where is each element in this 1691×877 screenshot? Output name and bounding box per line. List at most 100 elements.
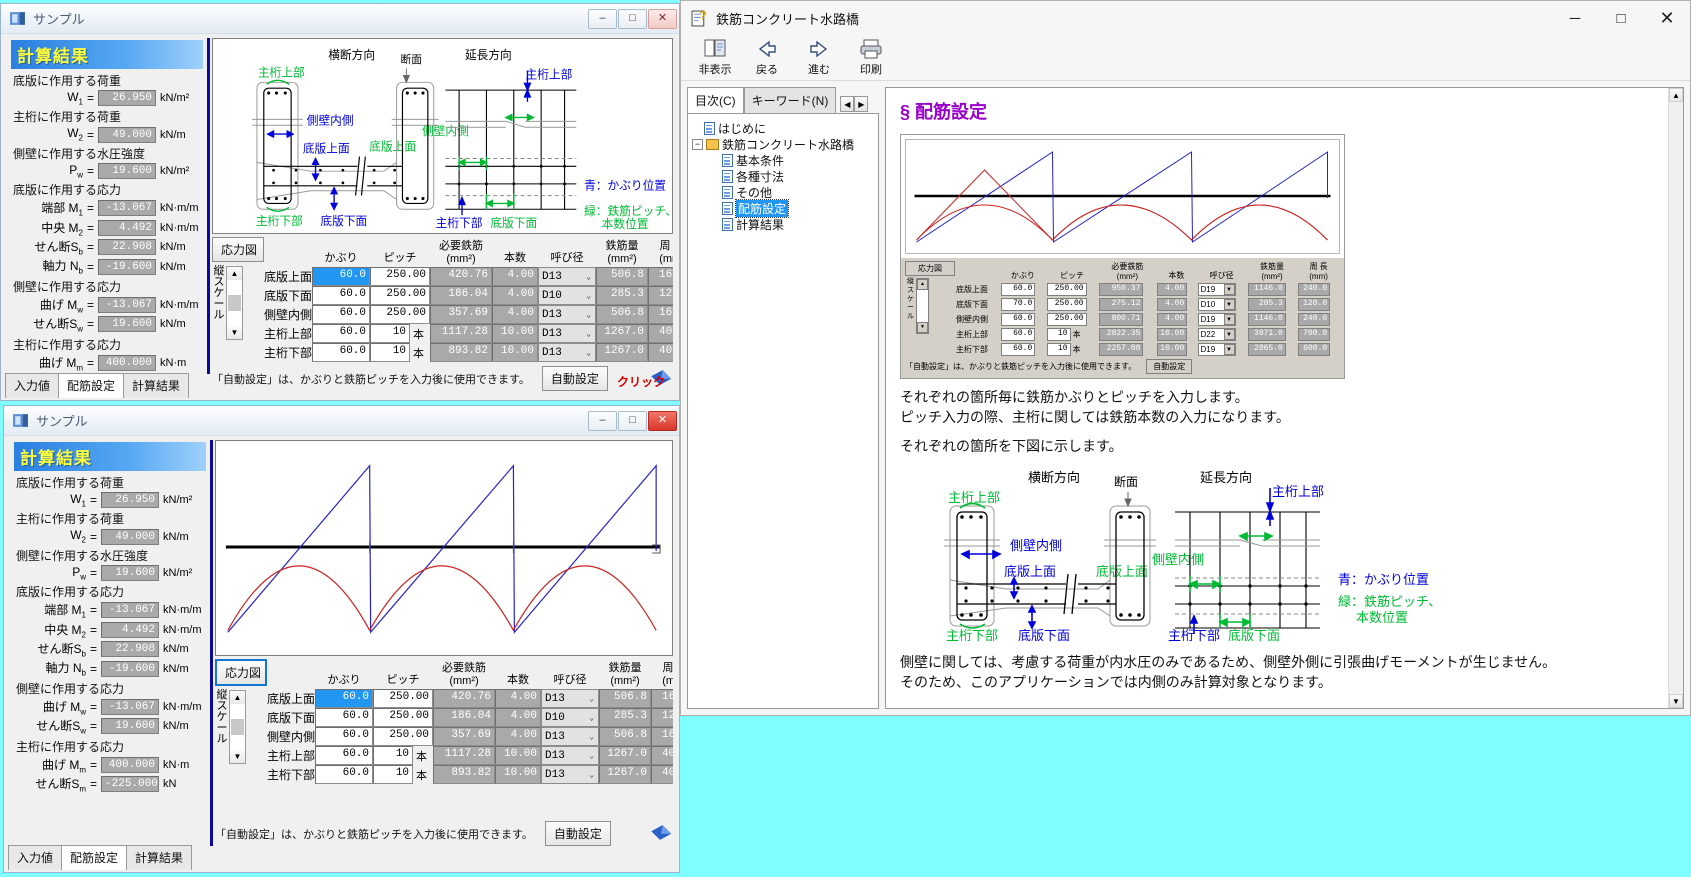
toolbar-button-1[interactable]: 戻る: [741, 37, 793, 77]
help-titlebar[interactable]: ? 鉄筋コンクリート水路橋 ─ □ ✕: [681, 1, 1690, 35]
close-button[interactable]: ✕: [648, 410, 677, 431]
table-row[interactable]: 主桁下部60.010本 893.8210.00D13⌄1267.0400.0: [267, 765, 673, 784]
nav-arrows[interactable]: ◀ ▶: [840, 96, 869, 112]
close-button[interactable]: ✕: [648, 8, 677, 29]
pitch-input[interactable]: 250.00: [373, 689, 434, 708]
toolbar-button-0[interactable]: 非表示: [689, 37, 741, 77]
scrollbar-thumb[interactable]: [228, 295, 241, 311]
kaburi-input[interactable]: 60.0: [312, 324, 371, 343]
tree-node-1[interactable]: − 鉄筋コンクリート水路橋: [692, 136, 874, 152]
table-row[interactable]: 側壁内側60.0250.00357.694.00D13⌄506.8160.0: [267, 727, 673, 746]
kaburi-input[interactable]: 60.0: [315, 746, 374, 765]
diameter-select[interactable]: D13 ⌄: [541, 727, 600, 746]
scale-scrollbar[interactable]: ▲ ▼: [226, 266, 243, 340]
maximize-button[interactable]: □: [618, 8, 647, 29]
vertical-scale-control[interactable]: 縦スケール ▲ ▼: [212, 266, 264, 340]
nav-right-icon[interactable]: ▶: [854, 96, 869, 112]
nav-left-icon[interactable]: ◀: [840, 96, 855, 112]
app-window-top[interactable]: サンプル – □ ✕ 計算結果 底版に作用する荷重 W1 = 26.950 kN/m² 主…: [0, 3, 680, 401]
pitch-input[interactable]: 250.00: [370, 267, 431, 286]
toolbar-button-2[interactable]: 進む: [793, 37, 845, 77]
content-scrollbar[interactable]: ▲ ▼: [1668, 88, 1683, 708]
rebar-table[interactable]: かぶりピッチ必要鉄筋(mm²)本数呼び径鉄筋量(mm²)周 長(mm)底版上面6…: [264, 237, 673, 362]
scroll-down-icon[interactable]: ▼: [227, 326, 242, 339]
diameter-select[interactable]: D13 ⌄: [538, 343, 597, 362]
table-row[interactable]: 主桁下部60.010本 893.8210.00D13⌄1267.0400.0: [264, 343, 673, 362]
app-tabs-top[interactable]: 入力値 配筋設定 計算結果: [5, 373, 190, 398]
titlebar[interactable]: サンプル – □ ✕: [4, 406, 679, 436]
diamond-icon[interactable]: [647, 821, 674, 847]
pitch-input[interactable]: 10: [370, 324, 411, 343]
tree-expander[interactable]: −: [692, 138, 703, 150]
scale-scrollbar[interactable]: ▲ ▼: [229, 690, 246, 764]
table-row[interactable]: 主桁上部60.010本 1117.2810.00D13⌄1267.0400.0: [267, 746, 673, 765]
pitch-input[interactable]: 10: [373, 765, 414, 784]
diameter-select[interactable]: D13 ⌄: [538, 267, 597, 286]
pitch-input[interactable]: 250.00: [370, 286, 431, 305]
kaburi-input[interactable]: 60.0: [315, 708, 374, 727]
diameter-select[interactable]: D10 ⌄: [538, 286, 597, 305]
tree-node-2[interactable]: 基本条件: [692, 152, 874, 168]
help-window[interactable]: ? 鉄筋コンクリート水路橋 ─ □ ✕ 非表示 戻る 進む 印刷 目次(C) キーワード…: [680, 0, 1691, 716]
tree-node-0[interactable]: はじめに: [692, 120, 874, 136]
tree-node-4[interactable]: その他: [692, 184, 874, 200]
tree-node-6[interactable]: 計算結果: [692, 216, 874, 232]
table-row[interactable]: 底版下面60.0250.00186.044.00D10⌄285.3120.0: [267, 708, 673, 727]
diameter-select[interactable]: D13 ⌄: [541, 746, 600, 765]
diameter-select[interactable]: D13 ⌄: [541, 765, 600, 784]
auto-setting-button[interactable]: 自動設定: [544, 821, 611, 846]
toolbar-button-3[interactable]: 印刷: [845, 37, 897, 77]
diameter-select[interactable]: D13 ⌄: [538, 305, 597, 324]
tab-1[interactable]: 配筋設定: [58, 373, 125, 398]
tab-2[interactable]: 計算結果: [123, 373, 190, 398]
diameter-select[interactable]: D10 ⌄: [541, 708, 600, 727]
table-row[interactable]: 底版下面60.0250.00186.044.00D10⌄285.3120.0: [264, 286, 673, 305]
pitch-input[interactable]: 250.00: [370, 305, 431, 324]
kaburi-input[interactable]: 60.0: [312, 305, 371, 324]
pitch-input[interactable]: 250.00: [373, 727, 434, 746]
kaburi-input[interactable]: 60.0: [312, 267, 371, 286]
auto-setting-button[interactable]: 自動設定: [541, 366, 608, 391]
tab-1[interactable]: 配筋設定: [61, 845, 128, 870]
table-row[interactable]: 底版上面60.0250.00420.764.00D13⌄506.8160.0: [264, 267, 673, 286]
table-row[interactable]: 側壁内側60.0250.00357.694.00D13⌄506.8160.0: [264, 305, 673, 324]
stress-diagram-button[interactable]: 応力図: [215, 659, 267, 686]
app-window-bottom[interactable]: サンプル – □ ✕ 計算結果 底版に作用する荷重 W1 = 26.950 kN/m² 主…: [3, 405, 680, 873]
minimize-button[interactable]: –: [588, 8, 617, 29]
pitch-input[interactable]: 10: [373, 746, 414, 765]
close-button[interactable]: ✕: [1644, 1, 1690, 35]
rebar-table[interactable]: かぶりピッチ必要鉄筋(mm²)本数呼び径鉄筋量(mm²)周 長(mm)底版上面6…: [267, 659, 673, 784]
tree-node-3[interactable]: 各種寸法: [692, 168, 874, 184]
help-nav-tab-0[interactable]: 目次(C): [687, 87, 744, 113]
tab-2[interactable]: 計算結果: [126, 845, 193, 870]
table-row[interactable]: 底版上面60.0250.00420.764.00D13⌄506.8160.0: [267, 689, 673, 708]
tab-0[interactable]: 入力値: [5, 373, 60, 398]
kaburi-input[interactable]: 60.0: [312, 286, 371, 305]
maximize-button[interactable]: □: [618, 410, 647, 431]
diameter-select[interactable]: D13 ⌄: [541, 689, 600, 708]
titlebar[interactable]: サンプル – □ ✕: [1, 4, 679, 34]
help-nav-tab-1[interactable]: キーワード(N): [743, 87, 837, 113]
scroll-up-icon[interactable]: ▲: [227, 267, 242, 280]
app-tabs-bottom[interactable]: 入力値 配筋設定 計算結果: [8, 845, 193, 870]
maximize-button[interactable]: □: [1598, 1, 1644, 35]
pitch-input[interactable]: 250.00: [373, 708, 434, 727]
scroll-down-icon[interactable]: ▼: [1669, 694, 1683, 708]
kaburi-input[interactable]: 60.0: [312, 343, 371, 362]
help-nav-tabs[interactable]: 目次(C) キーワード(N) ◀ ▶: [687, 87, 879, 113]
table-row[interactable]: 主桁上部60.010本 1117.2810.00D13⌄1267.0400.0: [264, 324, 673, 343]
stress-diagram-button[interactable]: 応力図: [212, 237, 264, 262]
kaburi-input[interactable]: 60.0: [315, 689, 374, 708]
diameter-select[interactable]: D13 ⌄: [538, 324, 597, 343]
tab-0[interactable]: 入力値: [8, 845, 63, 870]
pitch-input[interactable]: 10: [370, 343, 411, 362]
kaburi-input[interactable]: 60.0: [315, 727, 374, 746]
scrollbar-thumb[interactable]: [231, 719, 244, 735]
scroll-down-icon[interactable]: ▼: [230, 750, 245, 763]
kaburi-input[interactable]: 60.0: [315, 765, 374, 784]
minimize-button[interactable]: ─: [1552, 1, 1598, 35]
help-tree[interactable]: はじめに − 鉄筋コンクリート水路橋 基本条件 各種寸法 その他 配筋設定 計算結果: [687, 113, 879, 709]
scroll-up-icon[interactable]: ▲: [1669, 88, 1683, 102]
scroll-up-icon[interactable]: ▲: [230, 691, 245, 704]
minimize-button[interactable]: –: [588, 410, 617, 431]
